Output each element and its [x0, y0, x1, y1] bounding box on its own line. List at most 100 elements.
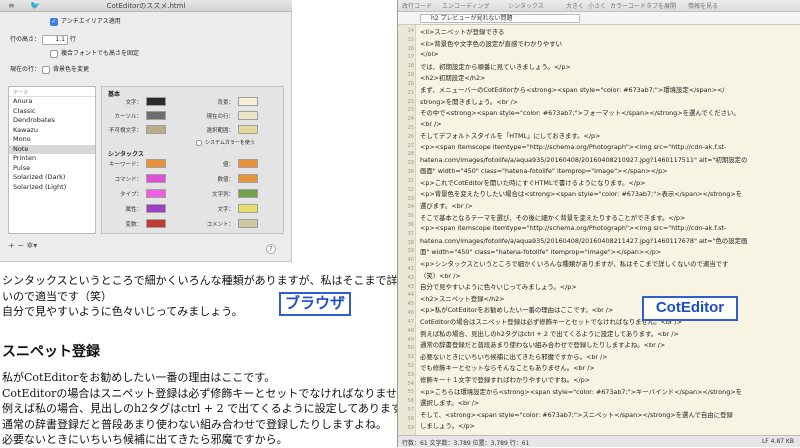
color-swatch[interactable] — [238, 189, 258, 198]
theme-item[interactable]: Solarized (Dark) — [9, 173, 95, 183]
code-line[interactable]: <p>背景色を変えたりしたい場合は<strong><span style="co… — [420, 189, 742, 198]
line-number: 49 — [407, 336, 414, 343]
code-line[interactable]: （笑）<br /> — [420, 271, 461, 280]
line-number: 37 — [407, 230, 414, 237]
toolbar-item[interactable]: 小さく — [588, 1, 606, 10]
editor-label-stamp: CotEditor — [642, 296, 738, 321]
toolbar-item[interactable]: 情報を見る — [688, 1, 718, 10]
toolbar-item[interactable]: タブを展開 — [646, 1, 676, 10]
line-height-field[interactable]: 1.1 — [41, 34, 68, 45]
code-line[interactable]: <h2>初期設定</h2> — [420, 73, 485, 82]
code-line[interactable]: そしてデフォルトスタイルを「HTML」にしておきます。</p> — [420, 131, 600, 140]
color-label: 値： — [222, 162, 234, 168]
code-line[interactable]: 自分で見やすいように色々いじってみましょう。</p> — [420, 282, 577, 291]
line-number: 46 — [407, 310, 414, 317]
line-number: 27 — [407, 142, 414, 149]
line-number: 45 — [407, 301, 414, 308]
checkbox-icon[interactable] — [41, 65, 50, 74]
theme-item[interactable]: Classic — [9, 107, 95, 117]
code-line[interactable]: まず、メニューバーのCotEditorから<strong><span style… — [420, 85, 725, 94]
code-line[interactable]: その中で<strong><span style="color: #673ab7;… — [420, 108, 740, 117]
code-line[interactable]: そこで基本となるテーマを選び、その後に細かく背景を変えたりすることができます。<… — [420, 213, 685, 222]
color-swatch[interactable] — [146, 219, 166, 228]
toolbar-item[interactable]: エンコーディング — [442, 1, 490, 10]
color-swatch[interactable] — [146, 111, 166, 120]
code-line[interactable]: しましょう。</p> — [420, 421, 475, 430]
antialias-option[interactable]: ✓ アンチエイリアス適用 — [50, 16, 121, 26]
theme-list[interactable]: テーマ Anura Classic Dendrobates Kawazu Mono Not… — [8, 86, 96, 234]
color-swatch[interactable] — [146, 204, 166, 213]
code-line[interactable]: <br /> — [420, 120, 442, 128]
checkbox-checked-icon[interactable]: ✓ — [50, 17, 58, 26]
code-line[interactable]: そして、<strong><span style="color: #673ab7;… — [420, 410, 733, 419]
theme-item[interactable]: Mono — [9, 135, 95, 145]
color-swatch[interactable] — [146, 189, 166, 198]
code-line[interactable]: <li>背景色や文字色の設定が直感でわかりやすい — [420, 39, 562, 48]
checkbox-icon[interactable] — [196, 139, 202, 146]
color-swatch[interactable] — [146, 125, 166, 134]
color-swatch[interactable] — [146, 174, 166, 183]
toolbar-item[interactable]: カラーコード — [610, 1, 646, 10]
color-swatch[interactable] — [146, 159, 166, 168]
code-line[interactable]: 例えば私の場合、見出しのh2タグはctrl + 2 で出てくるように設定してあり… — [420, 329, 679, 338]
code-line[interactable]: <p><span itemscope itemtype="http://sche… — [420, 143, 726, 151]
theme-item[interactable]: Printen — [9, 154, 95, 164]
line-number: 30 — [407, 169, 414, 176]
code-line[interactable]: 修飾キー＋１文字で登録すればわかりやすいですね。</p> — [420, 375, 590, 384]
color-swatch[interactable] — [238, 219, 258, 228]
code-line[interactable]: 必要ないときにいちいち候補に出てきたら邪魔ですから。<br /> — [420, 352, 608, 361]
help-button[interactable]: ? — [266, 244, 276, 254]
line-number: 54 — [407, 380, 414, 387]
color-label: タイプ： — [119, 192, 142, 198]
line-number: 50 — [407, 345, 414, 352]
code-line[interactable]: <p><span itemscope itemtype="http://sche… — [420, 224, 726, 232]
code-line[interactable]: 画面" width="450" class="hatena-fotolife" … — [420, 166, 668, 175]
doc-heading: スニペット登録 — [2, 344, 100, 360]
code-line[interactable]: 選択します。<br /> — [420, 398, 479, 407]
checkbox-icon[interactable] — [50, 49, 58, 58]
color-swatch[interactable] — [238, 125, 258, 134]
line-number: 24 — [407, 116, 414, 123]
code-line[interactable]: 選びます。<br /> — [420, 201, 473, 210]
current-line-row: 現在の行： 背景色を変更 — [10, 65, 89, 74]
code-line[interactable]: では、初期設定から順番に見ていきましょう。</p> — [420, 62, 571, 71]
toolbar-item[interactable]: 改行コード — [402, 1, 432, 10]
code-line[interactable]: hatena.com/images/fotolife/a/aqua935/201… — [420, 155, 747, 164]
pref-window-title: CotEditorのススメ.html — [106, 2, 186, 10]
code-line[interactable]: <p>これでCotEditorを開いた時にすぐHTMLで書けるようになります。<… — [420, 178, 645, 187]
tab-current[interactable]: h2 プレビューが見れない問題 — [420, 14, 580, 23]
color-label: 文字： — [125, 100, 142, 106]
theme-item[interactable]: Dendrobates — [9, 116, 95, 126]
color-swatch[interactable] — [238, 204, 258, 213]
theme-item[interactable]: Kawazu — [9, 126, 95, 136]
toolbar-item[interactable]: 大きく — [566, 1, 584, 10]
code-line[interactable]: <li>スニペットが登録できる — [420, 27, 504, 36]
compound-font-option[interactable]: 複合フォントでも高さを固定 — [50, 48, 139, 58]
code-line[interactable]: <p>私がCotEditorをお勧めしたい一番の理由はここです。<br /> — [420, 305, 613, 314]
color-swatch[interactable] — [238, 174, 258, 183]
color-swatch[interactable] — [238, 97, 258, 106]
color-swatch[interactable] — [238, 159, 258, 168]
line-number: 58 — [407, 415, 414, 422]
system-color-option[interactable]: システムカラーを使う — [196, 139, 255, 146]
line-number: 19 — [407, 72, 414, 79]
theme-item[interactable]: Solarized (Light) — [9, 183, 95, 193]
doc-line: 例えば私の場合、見出しのh2タグはctrl + 2 で出てくるように設定してあり… — [2, 402, 412, 415]
code-line[interactable]: <p>シンタックスというところで細かくいろんな種類がありますが、私はそこまで詳し… — [420, 259, 728, 268]
color-swatch[interactable] — [238, 111, 258, 120]
code-line[interactable]: でも修飾キーとセットならそんなこともありません。<br /> — [420, 363, 595, 372]
toolbar-item[interactable]: シンタックス — [508, 1, 544, 10]
code-line[interactable]: <p>こちらは環境設定から<strong><span style="color:… — [420, 387, 742, 396]
color-swatch[interactable] — [146, 97, 166, 106]
theme-list-buttons[interactable]: + − ✲▾ — [8, 241, 96, 253]
code-line[interactable]: strong>を開きましょう。<br /> — [420, 97, 518, 106]
theme-item[interactable]: Note — [9, 144, 95, 154]
code-line[interactable]: 通常の辞書登録だと普段あまり使わない組み合わせで登録したりしますよね。<br /… — [420, 340, 665, 349]
code-line[interactable]: hatena.com/images/fotolife/a/aqua935/201… — [420, 236, 747, 245]
code-line[interactable]: 面" width="450" class="hatena-fotolife" i… — [420, 247, 661, 256]
code-line[interactable]: </ol> — [420, 50, 439, 58]
code-line[interactable]: <h2>スニペット登録</h2> — [420, 294, 505, 303]
theme-item[interactable]: Anura — [9, 97, 95, 107]
theme-item[interactable]: Pulse — [9, 164, 95, 174]
line-number: 28 — [407, 151, 414, 158]
